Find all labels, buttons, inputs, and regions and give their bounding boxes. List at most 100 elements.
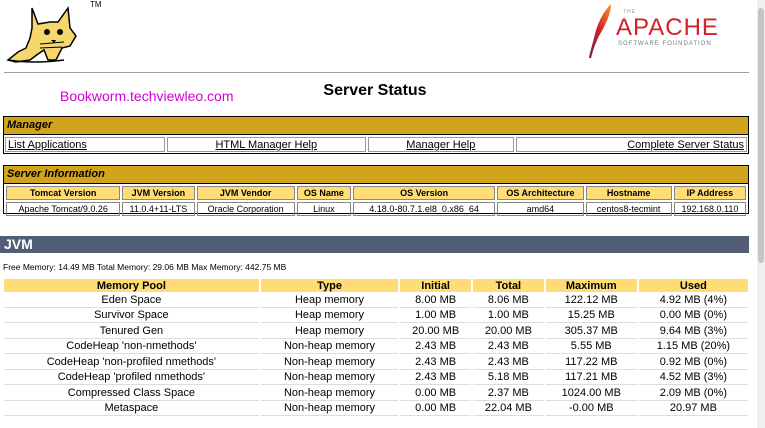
table-cell: 305.37 MB [545, 324, 637, 339]
column-header: JVM Vendor [196, 186, 295, 200]
manager-link-cell: List Applications [5, 137, 165, 152]
table-cell: Survivor Space [4, 309, 259, 323]
table-cell: 2.43 MB [473, 340, 544, 354]
table-cell: -0.00 MB [545, 402, 637, 416]
html-manager-help-link[interactable]: HTML Manager Help [215, 139, 317, 151]
table-cell: 20.97 MB [638, 402, 748, 416]
list-applications-link[interactable]: List Applications [8, 139, 87, 151]
table-cell: Heap memory [260, 324, 399, 339]
table-cell: 2.37 MB [473, 386, 544, 401]
page-title: Server Status [323, 82, 427, 99]
column-header: IP Address [673, 186, 746, 200]
table-cell: Metaspace [4, 402, 259, 416]
table-row: Tenured Gen Heap memory 20.00 MB 20.00 MB 30… [4, 324, 748, 339]
table-cell: Heap memory [260, 293, 399, 308]
manager-panel: Manager List Applications HTML Manager H… [3, 116, 749, 154]
table-cell: 8.00 MB [400, 293, 472, 308]
table-cell: 5.18 MB [473, 371, 544, 385]
table-cell: CodeHeap 'profiled nmethods' [4, 371, 259, 385]
table-cell: 1.15 MB (20%) [638, 340, 748, 354]
table-row: Survivor Space Heap memory 1.00 MB 1.00 MB 1… [4, 309, 748, 323]
manager-link-cell: Complete Server Status [515, 137, 747, 152]
table-cell: 20.00 MB [400, 324, 472, 339]
table-cell: Compressed Class Space [4, 386, 259, 401]
table-cell: 2.43 MB [400, 371, 472, 385]
manager-help-link[interactable]: Manager Help [406, 139, 475, 151]
table-header-row: Tomcat Version JVM Version JVM Vendor OS… [6, 186, 746, 200]
table-cell: 2.09 MB (0%) [638, 386, 748, 401]
memory-summary: Free Memory: 14.49 MB Total Memory: 29.0… [3, 262, 287, 272]
table-cell: 4.18.0-80.7.1.el8_0.x86_64 [352, 202, 496, 216]
tomcat-trademark: TM [90, 0, 102, 9]
table-cell: 4.52 MB (3%) [638, 371, 748, 385]
manager-heading: Manager [4, 117, 748, 135]
table-cell: Heap memory [260, 309, 399, 323]
apache-feather-icon [589, 4, 611, 58]
table-cell: centos8-tecmint [585, 202, 672, 216]
table-cell: 9.64 MB (3%) [638, 324, 748, 339]
table-row: CodeHeap 'non-nmethods' Non-heap memory 2.… [4, 340, 748, 354]
manager-links-row: List Applications HTML Manager Help Mana… [4, 137, 748, 156]
table-cell: CodeHeap 'non-nmethods' [4, 340, 259, 354]
table-cell: Oracle Corporation [196, 202, 295, 216]
table-row: CodeHeap 'profiled nmethods' Non-heap mem… [4, 371, 748, 385]
column-header: Type [260, 279, 399, 292]
table-cell: 5.55 MB [545, 340, 637, 354]
table-row: Eden Space Heap memory 8.00 MB 8.06 MB 122.1… [4, 293, 748, 308]
table-cell: 2.43 MB [400, 340, 472, 354]
column-header: JVM Version [122, 186, 195, 200]
table-cell: Apache Tomcat/9.0.26 [6, 202, 121, 216]
table-cell: Non-heap memory [260, 355, 399, 370]
jvm-section-heading: JVM [0, 236, 749, 253]
table-cell: 0.00 MB [400, 386, 472, 401]
apache-logo: THE APACHE SOFTWARE FOUNDATION [585, 2, 745, 60]
table-row: Compressed Class Space Non-heap memory 0.0… [4, 386, 748, 401]
table-cell: 1.00 MB [400, 309, 472, 323]
table-cell: 2.43 MB [473, 355, 544, 370]
table-cell: 0.00 MB [400, 402, 472, 416]
table-cell: Non-heap memory [260, 340, 399, 354]
column-header: Hostname [585, 186, 672, 200]
table-cell: Non-heap memory [260, 402, 399, 416]
table-row: Apache Tomcat/9.0.26 11.0.4+11-LTS Oracl… [6, 202, 746, 216]
table-header-row: Memory Pool Type Initial Total Maximum U… [4, 279, 748, 292]
table-cell: Linux [296, 202, 351, 216]
memory-pool-rows: Eden Space Heap memory 8.00 MB 8.06 MB 122.1… [4, 293, 748, 416]
page-header: TM THE APACHE SOFTWARE FOUNDATION [0, 0, 765, 72]
complete-server-status-link[interactable]: Complete Server Status [627, 139, 744, 151]
header-divider [4, 72, 749, 73]
table-cell: 1.00 MB [473, 309, 544, 323]
table-cell: Tenured Gen [4, 324, 259, 339]
table-cell: 192.168.0.110 [673, 202, 746, 216]
table-row: Metaspace Non-heap memory 0.00 MB 22.04 MB -… [4, 402, 748, 416]
table-cell: 22.04 MB [473, 402, 544, 416]
scrollbar-thumb[interactable] [758, 8, 764, 263]
table-cell: 0.92 MB (0%) [638, 355, 748, 370]
table-cell: 15.25 MB [545, 309, 637, 323]
tomcat-logo-icon [6, 5, 77, 63]
column-header: Initial [400, 279, 472, 292]
table-cell: 122.12 MB [545, 293, 637, 308]
table-cell: 1024.00 MB [545, 386, 637, 401]
table-cell: 11.0.4+11-LTS [122, 202, 195, 216]
server-information-panel: Server Information Tomcat Version JVM Ve… [3, 165, 749, 216]
table-cell: 8.06 MB [473, 293, 544, 308]
apache-wordmark: APACHE [616, 14, 719, 41]
column-header: Used [638, 279, 748, 292]
column-header: OS Version [352, 186, 496, 200]
column-header: OS Name [296, 186, 351, 200]
column-header: Tomcat Version [6, 186, 121, 200]
table-cell: Eden Space [4, 293, 259, 308]
column-header: Maximum [545, 279, 637, 292]
table-cell: CodeHeap 'non-profiled nmethods' [4, 355, 259, 370]
table-cell: Non-heap memory [260, 386, 399, 401]
column-header: Memory Pool [4, 279, 259, 292]
server-information-table: Tomcat Version JVM Version JVM Vendor OS… [4, 184, 748, 218]
column-header: OS Architecture [497, 186, 584, 200]
table-cell: 117.22 MB [545, 355, 637, 370]
table-cell: amd64 [497, 202, 584, 216]
server-information-heading: Server Information [4, 166, 748, 184]
table-cell: 117.21 MB [545, 371, 637, 385]
manager-link-cell: HTML Manager Help [166, 137, 367, 152]
table-cell: 4.92 MB (4%) [638, 293, 748, 308]
